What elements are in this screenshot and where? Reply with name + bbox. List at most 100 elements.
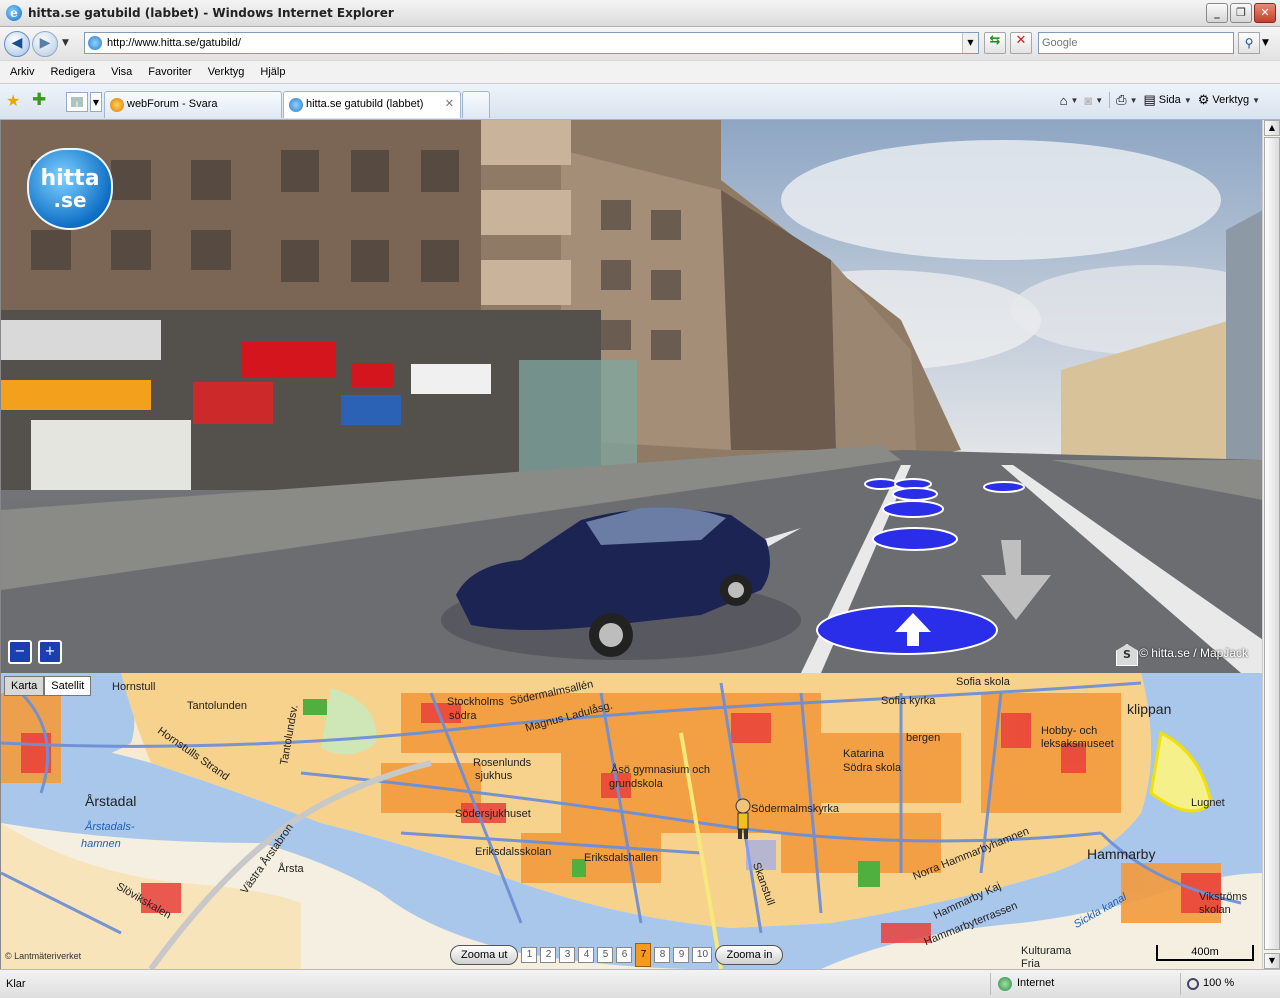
- map-label: Södra skola: [843, 762, 902, 774]
- stop-button[interactable]: ✕: [1010, 32, 1032, 54]
- map-panel[interactable]: Karta Satellit Hornstull Tantolunden Tan…: [0, 673, 1262, 969]
- search-box[interactable]: [1038, 32, 1234, 54]
- map-label: Lugnet: [1191, 797, 1225, 809]
- map-label: Hammarby: [1087, 846, 1156, 862]
- security-zone[interactable]: Internet: [990, 973, 1175, 995]
- zoom-level-1[interactable]: 1: [521, 947, 538, 963]
- forward-button[interactable]: ▶: [32, 31, 58, 57]
- gear-icon: ⚙: [1197, 92, 1210, 107]
- home-button[interactable]: ⌂ ▼: [1060, 93, 1079, 108]
- map-label: leksaksmuseet: [1041, 738, 1114, 750]
- search-icon[interactable]: ⚲: [1238, 32, 1260, 54]
- webforum-favicon-icon: [110, 98, 124, 112]
- close-button[interactable]: ✕: [1254, 3, 1276, 23]
- street-scene: [1, 120, 1262, 673]
- favorites-star-icon[interactable]: ★: [6, 91, 20, 110]
- map-type-karta[interactable]: Karta: [4, 676, 45, 696]
- search-options-dropdown-icon[interactable]: ▼: [1262, 38, 1269, 48]
- menu-favorites[interactable]: Favoriter: [148, 66, 191, 78]
- hitta-logo[interactable]: hitta .se: [27, 148, 113, 230]
- map-scale: 400m: [1156, 945, 1254, 961]
- page-menu-button[interactable]: ▤ Sida ▼: [1143, 92, 1191, 108]
- zoom-level-10[interactable]: 10: [692, 947, 713, 963]
- zoom-out-icon[interactable]: −: [8, 640, 32, 664]
- map-type-switcher: Karta Satellit: [4, 676, 92, 696]
- print-icon: ⎙: [1116, 92, 1127, 107]
- menu-tools[interactable]: Verktyg: [208, 66, 245, 78]
- zoom-level-9[interactable]: 9: [673, 947, 690, 963]
- page-favicon-icon: [88, 36, 102, 50]
- menu-view[interactable]: Visa: [111, 66, 132, 78]
- scroll-thumb[interactable]: [1264, 137, 1280, 950]
- address-field[interactable]: http://www.hitta.se/gatubild/ ▼: [84, 32, 979, 54]
- status-bar: Klar Internet 100 %: [0, 969, 1280, 998]
- map-type-satellit[interactable]: Satellit: [44, 676, 92, 696]
- tab-list-dropdown-icon[interactable]: ▼: [90, 92, 102, 112]
- home-icon: ⌂: [1059, 92, 1068, 108]
- map-label: Sofia kyrka: [881, 695, 936, 707]
- scroll-up-icon[interactable]: ▲: [1264, 120, 1280, 136]
- map-copyright: © Lantmäteriverket: [5, 951, 82, 961]
- zoom-level-7[interactable]: 7: [635, 943, 652, 967]
- status-text: Klar: [6, 978, 26, 990]
- tab-label: hitta.se gatubild (labbet): [306, 98, 424, 110]
- zoom-level-4[interactable]: 4: [578, 947, 595, 963]
- new-tab-button[interactable]: [462, 91, 490, 118]
- ie-app-icon: e: [6, 5, 22, 21]
- map-label: Årstadal: [85, 793, 137, 809]
- tools-menu-button[interactable]: ⚙ Verktyg ▼: [1198, 92, 1260, 108]
- map-label: Hornstull: [112, 681, 156, 693]
- menu-help[interactable]: Hjälp: [260, 66, 285, 78]
- map-label: Katarina: [843, 748, 884, 760]
- map-label: Stockholms: [447, 696, 504, 708]
- vertical-scrollbar[interactable]: ▲ ▼: [1262, 120, 1280, 969]
- zoom-out-button[interactable]: Zooma ut: [450, 945, 519, 965]
- back-button[interactable]: ◀: [4, 31, 30, 57]
- zoom-in-button[interactable]: Zooma in: [715, 945, 784, 965]
- search-input[interactable]: [1042, 34, 1232, 52]
- quick-tabs-icon[interactable]: [66, 92, 88, 112]
- minimize-button[interactable]: _: [1206, 3, 1228, 23]
- magnifier-icon: [1187, 978, 1199, 990]
- address-url[interactable]: http://www.hitta.se/gatubild/: [107, 37, 241, 49]
- zoom-level-8[interactable]: 8: [654, 947, 671, 963]
- menu-file[interactable]: Arkiv: [10, 66, 34, 78]
- map-label: klippan: [1127, 701, 1172, 717]
- address-dropdown-icon[interactable]: ▼: [962, 33, 978, 53]
- menu-edit[interactable]: Redigera: [50, 66, 95, 78]
- map-label: Eriksdalshallen: [584, 852, 658, 864]
- map-label: hamnen: [81, 838, 121, 850]
- logo-text-hitta: hitta: [40, 166, 100, 191]
- streetview-credit: © hitta.se / MapJack: [1139, 646, 1248, 660]
- command-bar: ⌂ ▼ ◙ ▼ ⎙ ▼ ▤ Sida ▼ ⚙ Verktyg ▼: [1060, 92, 1260, 108]
- close-tab-icon[interactable]: ✕: [445, 97, 454, 110]
- map-label: Eriksdalsskolan: [475, 846, 552, 858]
- tabs-bar: ★ ✚ ▼ webForum - Svara hitta.se gatubild…: [0, 84, 1280, 120]
- zoom-label: 100 %: [1203, 977, 1235, 989]
- zoom-level-3[interactable]: 3: [559, 947, 576, 963]
- tab-hitta-gatubild[interactable]: hitta.se gatubild (labbet) ✕: [283, 91, 461, 118]
- maximize-button[interactable]: ❐: [1230, 3, 1252, 23]
- page-zoom[interactable]: 100 %: [1180, 973, 1270, 995]
- scroll-down-icon[interactable]: ▼: [1264, 953, 1280, 969]
- refresh-button[interactable]: ⇆: [984, 32, 1006, 54]
- window-title: hitta.se gatubild (labbet) - Windows Int…: [28, 6, 394, 20]
- tab-webforum[interactable]: webForum - Svara: [104, 91, 282, 118]
- print-button[interactable]: ⎙ ▼: [1116, 92, 1137, 108]
- map-label: Rosenlunds: [473, 757, 532, 769]
- zone-label: Internet: [1017, 977, 1055, 989]
- zoom-level-6[interactable]: 6: [616, 947, 633, 963]
- zoom-in-icon[interactable]: +: [38, 640, 62, 664]
- street-view-panorama[interactable]: hitta .se − + S © hitta.se / MapJack: [0, 120, 1262, 673]
- tab-label: webForum - Svara: [127, 98, 218, 110]
- map-label: Hobby- och: [1041, 725, 1098, 737]
- zoom-level-2[interactable]: 2: [540, 947, 557, 963]
- map-label: skolan: [1199, 904, 1231, 916]
- recent-pages-dropdown-icon[interactable]: ▼: [62, 38, 69, 48]
- zoom-level-5[interactable]: 5: [597, 947, 614, 963]
- feeds-button[interactable]: ◙ ▼: [1084, 93, 1103, 108]
- page-menu-label: Sida: [1158, 94, 1181, 106]
- add-favorite-icon[interactable]: ✚: [32, 90, 46, 110]
- logo-text-se: .se: [53, 188, 87, 212]
- map-label: södra: [449, 710, 477, 722]
